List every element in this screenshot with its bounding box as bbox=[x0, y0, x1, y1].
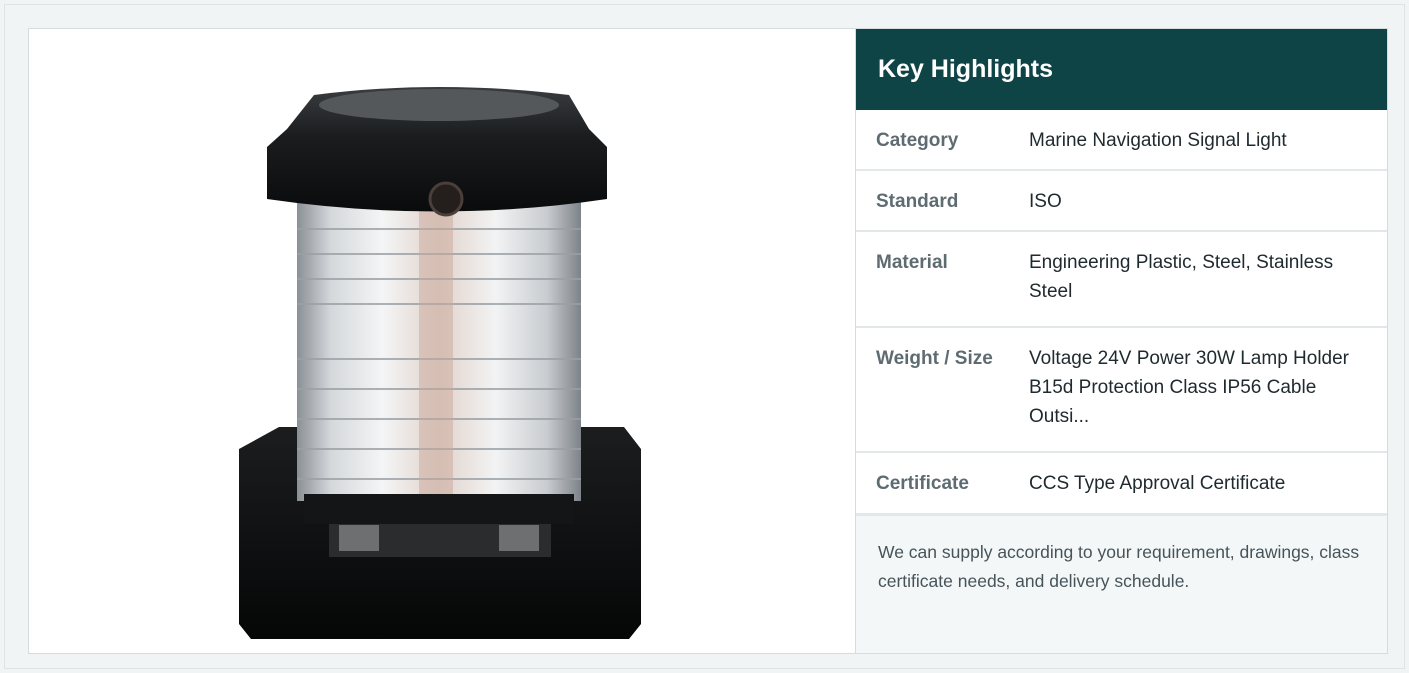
spec-value: Engineering Plastic, Steel, Stainless St… bbox=[1029, 252, 1334, 302]
page-background: Key Highlights Category Marine Navigatio… bbox=[4, 4, 1405, 669]
spec-value: CCS Type Approval Certificate bbox=[1029, 473, 1286, 494]
spec-label: Certificate bbox=[876, 473, 969, 494]
spec-row-certificate: Certificate CCS Type Approval Certificat… bbox=[856, 453, 1387, 515]
spec-row-material: Material Engineering Plastic, Steel, Sta… bbox=[856, 232, 1387, 328]
key-highlights-title: Key Highlights bbox=[856, 29, 1387, 110]
spec-value: ISO bbox=[1029, 191, 1062, 212]
spec-row-category: Category Marine Navigation Signal Light bbox=[856, 110, 1387, 171]
key-highlights-panel: Key Highlights Category Marine Navigatio… bbox=[856, 29, 1387, 653]
spec-value: Marine Navigation Signal Light bbox=[1029, 130, 1287, 151]
spec-label: Standard bbox=[876, 191, 959, 212]
navigation-light-illustration bbox=[239, 87, 641, 639]
supply-note: We can supply according to your requirem… bbox=[856, 515, 1387, 653]
product-image bbox=[29, 29, 856, 653]
spec-row-weight-size: Weight / Size Voltage 24V Power 30W Lamp… bbox=[856, 328, 1387, 453]
spec-value: Voltage 24V Power 30W Lamp Holder B15d P… bbox=[1029, 348, 1350, 427]
spec-label: Category bbox=[876, 130, 959, 151]
spec-label: Material bbox=[876, 252, 948, 273]
spec-label: Weight / Size bbox=[876, 348, 993, 369]
product-highlight-card: Key Highlights Category Marine Navigatio… bbox=[28, 28, 1388, 654]
spec-row-standard: Standard ISO bbox=[856, 171, 1387, 232]
